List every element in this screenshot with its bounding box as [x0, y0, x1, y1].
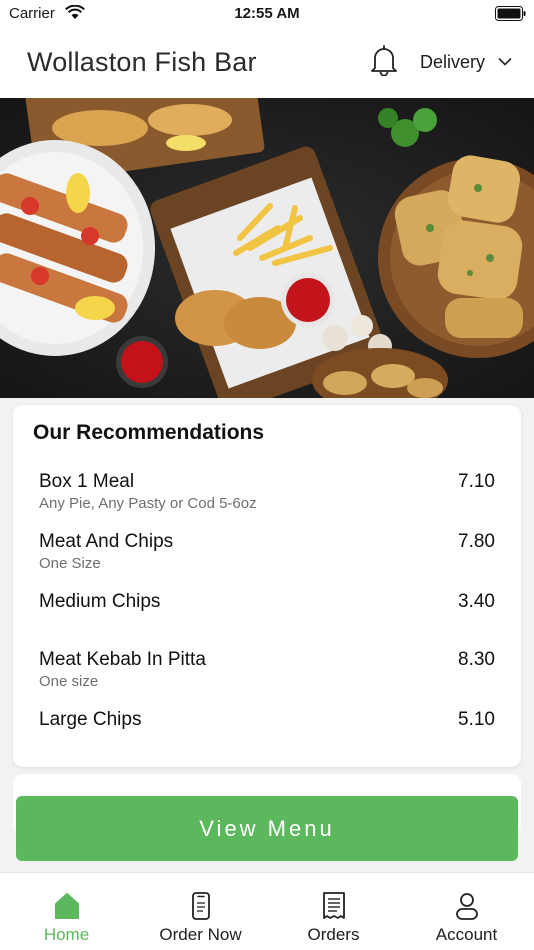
tab-label: Order Now: [159, 925, 242, 944]
recommendation-item[interactable]: Meat Kebab In Pitta One size 8.30: [39, 649, 495, 697]
item-price: 7.80: [458, 531, 495, 552]
tab-label: Orders: [307, 925, 360, 944]
item-name: Medium Chips: [39, 591, 161, 612]
recommendation-item[interactable]: Medium Chips 3.40: [39, 591, 495, 639]
item-name: Large Chips: [39, 709, 142, 730]
item-price: 3.40: [458, 591, 495, 612]
recommendations-card: Our Recommendations Box 1 Meal Any Pie, …: [13, 405, 521, 767]
battery-icon: [495, 6, 526, 21]
item-description: One Size: [39, 555, 101, 572]
tab-label: Home: [43, 925, 90, 944]
home-icon: [54, 893, 79, 919]
status-bar: Carrier 12:55 AM: [0, 0, 534, 28]
bottom-tab-bar: Home Order Now Orders Account: [0, 872, 534, 950]
bell-icon[interactable]: [370, 44, 398, 76]
chevron-down-icon[interactable]: [498, 57, 512, 67]
recommendation-item[interactable]: Meat And Chips One Size 7.80: [39, 531, 495, 579]
tab-order-now[interactable]: Order Now: [134, 873, 267, 950]
delivery-selector[interactable]: Delivery: [420, 52, 485, 73]
item-price: 8.30: [458, 649, 495, 670]
clock: 12:55 AM: [234, 5, 300, 22]
item-description: Any Pie, Any Pasty or Cod 5-6oz: [39, 495, 257, 512]
item-description: One size: [39, 673, 99, 690]
item-name: Meat And Chips: [39, 531, 174, 552]
item-price: 7.10: [458, 471, 495, 492]
tab-home[interactable]: Home: [0, 873, 133, 950]
app-header: Wollaston Fish Bar Delivery: [0, 28, 534, 98]
receipt-icon: [322, 892, 345, 919]
hero-food-image: [0, 98, 534, 398]
recommendation-item[interactable]: Large Chips 5.10: [39, 709, 495, 757]
hero-food-illustration: [0, 98, 534, 398]
item-name: Box 1 Meal: [39, 471, 135, 492]
recommendation-item[interactable]: Box 1 Meal Any Pie, Any Pasty or Cod 5-6…: [39, 471, 495, 519]
user-icon: [455, 893, 478, 920]
phone-icon: [191, 892, 210, 920]
recommendations-title: Our Recommendations: [33, 421, 265, 444]
tab-account[interactable]: Account: [400, 873, 533, 950]
restaurant-title: Wollaston Fish Bar: [27, 47, 257, 77]
view-menu-button[interactable]: View Menu: [16, 796, 518, 861]
tab-orders[interactable]: Orders: [267, 873, 400, 950]
item-price: 5.10: [458, 709, 495, 730]
tab-label: Account: [435, 925, 498, 944]
item-name: Meat Kebab In Pitta: [39, 649, 206, 670]
